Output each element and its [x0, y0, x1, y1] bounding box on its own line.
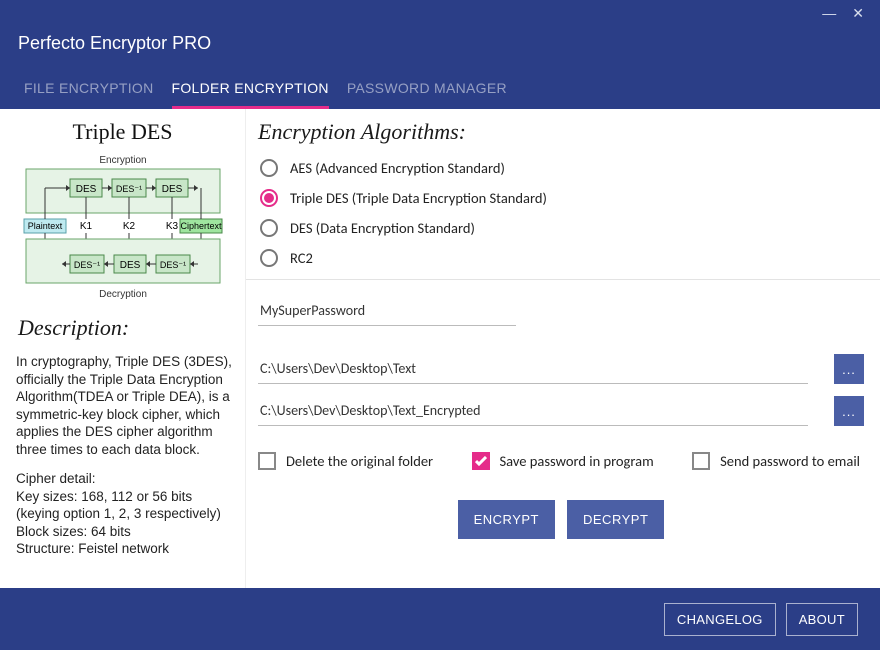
tab-bar: FILE ENCRYPTION FOLDER ENCRYPTION PASSWO…: [0, 61, 880, 109]
svg-text:DES⁻¹: DES⁻¹: [115, 184, 141, 194]
footer-bar: CHANGELOG ABOUT: [0, 588, 880, 650]
description-scroll[interactable]: In cryptography, Triple DES (3DES), offi…: [16, 353, 241, 582]
header-bar: Perfecto Encryptor PRO: [0, 25, 880, 61]
encrypt-button[interactable]: ENCRYPT: [458, 500, 555, 539]
minimize-icon[interactable]: —: [814, 6, 844, 20]
app-title: Perfecto Encryptor PRO: [18, 33, 211, 54]
checkbox-icon: [692, 452, 710, 470]
description-heading: Description:: [0, 301, 245, 347]
svg-text:K3: K3: [165, 221, 178, 232]
section-divider: [246, 279, 880, 280]
svg-text:Encryption: Encryption: [99, 155, 146, 166]
about-button[interactable]: ABOUT: [786, 603, 858, 636]
svg-text:Decryption: Decryption: [99, 289, 147, 300]
tab-file-encryption[interactable]: FILE ENCRYPTION: [24, 68, 154, 109]
title-bar: — ✕: [0, 0, 880, 25]
checkbox-icon: [258, 452, 276, 470]
radio-label: DES (Data Encryption Standard): [290, 219, 475, 237]
source-path-input[interactable]: [258, 354, 808, 384]
radio-label: Triple DES (Triple Data Encryption Stand…: [290, 189, 547, 207]
svg-text:Ciphertext: Ciphertext: [180, 221, 222, 231]
description-p2: Cipher detail: Key sizes: 168, 112 or 56…: [16, 470, 235, 558]
algo-radio-rc2[interactable]: RC2: [260, 249, 864, 267]
svg-text:K2: K2: [122, 221, 135, 232]
description-p1: In cryptography, Triple DES (3DES), offi…: [16, 353, 235, 458]
radio-icon: [260, 189, 278, 207]
svg-text:DES: DES: [119, 260, 140, 271]
radio-icon: [260, 249, 278, 267]
password-input[interactable]: [258, 296, 516, 326]
checkbox-label: Send password to email: [720, 452, 860, 470]
sidebar: Triple DES Encryption DES DES⁻¹ DES Plai…: [0, 109, 245, 588]
checkbox-label: Save password in program: [500, 452, 654, 470]
diagram-title: Triple DES: [8, 115, 237, 151]
check-send-email[interactable]: Send password to email: [692, 452, 860, 470]
svg-text:Plaintext: Plaintext: [27, 221, 62, 231]
svg-text:DES⁻¹: DES⁻¹: [73, 260, 99, 270]
algo-radio-des[interactable]: DES (Data Encryption Standard): [260, 219, 864, 237]
dest-path-input[interactable]: [258, 396, 808, 426]
tab-password-manager[interactable]: PASSWORD MANAGER: [347, 68, 507, 109]
radio-label: AES (Advanced Encryption Standard): [290, 159, 505, 177]
changelog-button[interactable]: CHANGELOG: [664, 603, 776, 636]
check-save-password[interactable]: Save password in program: [472, 452, 654, 470]
radio-icon: [260, 159, 278, 177]
triple-des-diagram: Encryption DES DES⁻¹ DES Plaintext Ciphe…: [18, 151, 228, 301]
close-icon[interactable]: ✕: [844, 6, 872, 20]
radio-label: RC2: [290, 249, 313, 267]
algo-radio-triple-des[interactable]: Triple DES (Triple Data Encryption Stand…: [260, 189, 864, 207]
radio-icon: [260, 219, 278, 237]
decrypt-button[interactable]: DECRYPT: [567, 500, 664, 539]
algo-radio-aes[interactable]: AES (Advanced Encryption Standard): [260, 159, 864, 177]
checkbox-label: Delete the original folder: [286, 452, 433, 470]
svg-text:DES: DES: [161, 184, 182, 195]
tab-folder-encryption[interactable]: FOLDER ENCRYPTION: [172, 68, 329, 109]
browse-dest-button[interactable]: ...: [834, 396, 864, 426]
svg-text:DES⁻¹: DES⁻¹: [159, 260, 185, 270]
main-panel: Encryption Algorithms: AES (Advanced Enc…: [245, 109, 880, 588]
algorithms-heading: Encryption Algorithms:: [258, 119, 864, 145]
check-delete-original[interactable]: Delete the original folder: [258, 452, 433, 470]
checkbox-icon: [472, 452, 490, 470]
svg-text:DES: DES: [75, 184, 96, 195]
svg-text:K1: K1: [79, 221, 92, 232]
browse-source-button[interactable]: ...: [834, 354, 864, 384]
